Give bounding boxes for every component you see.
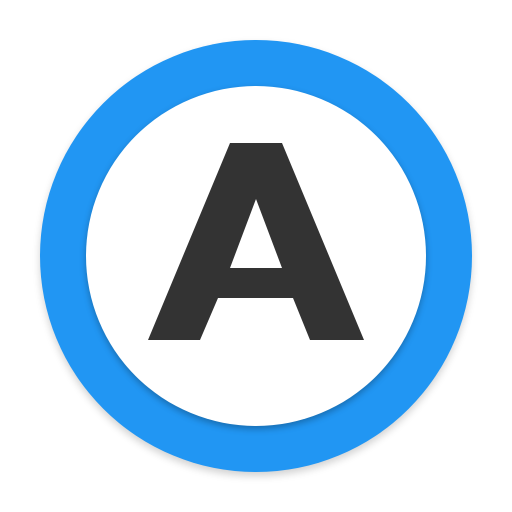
app-icon: A <box>0 0 512 512</box>
letter-a-icon <box>148 143 364 340</box>
